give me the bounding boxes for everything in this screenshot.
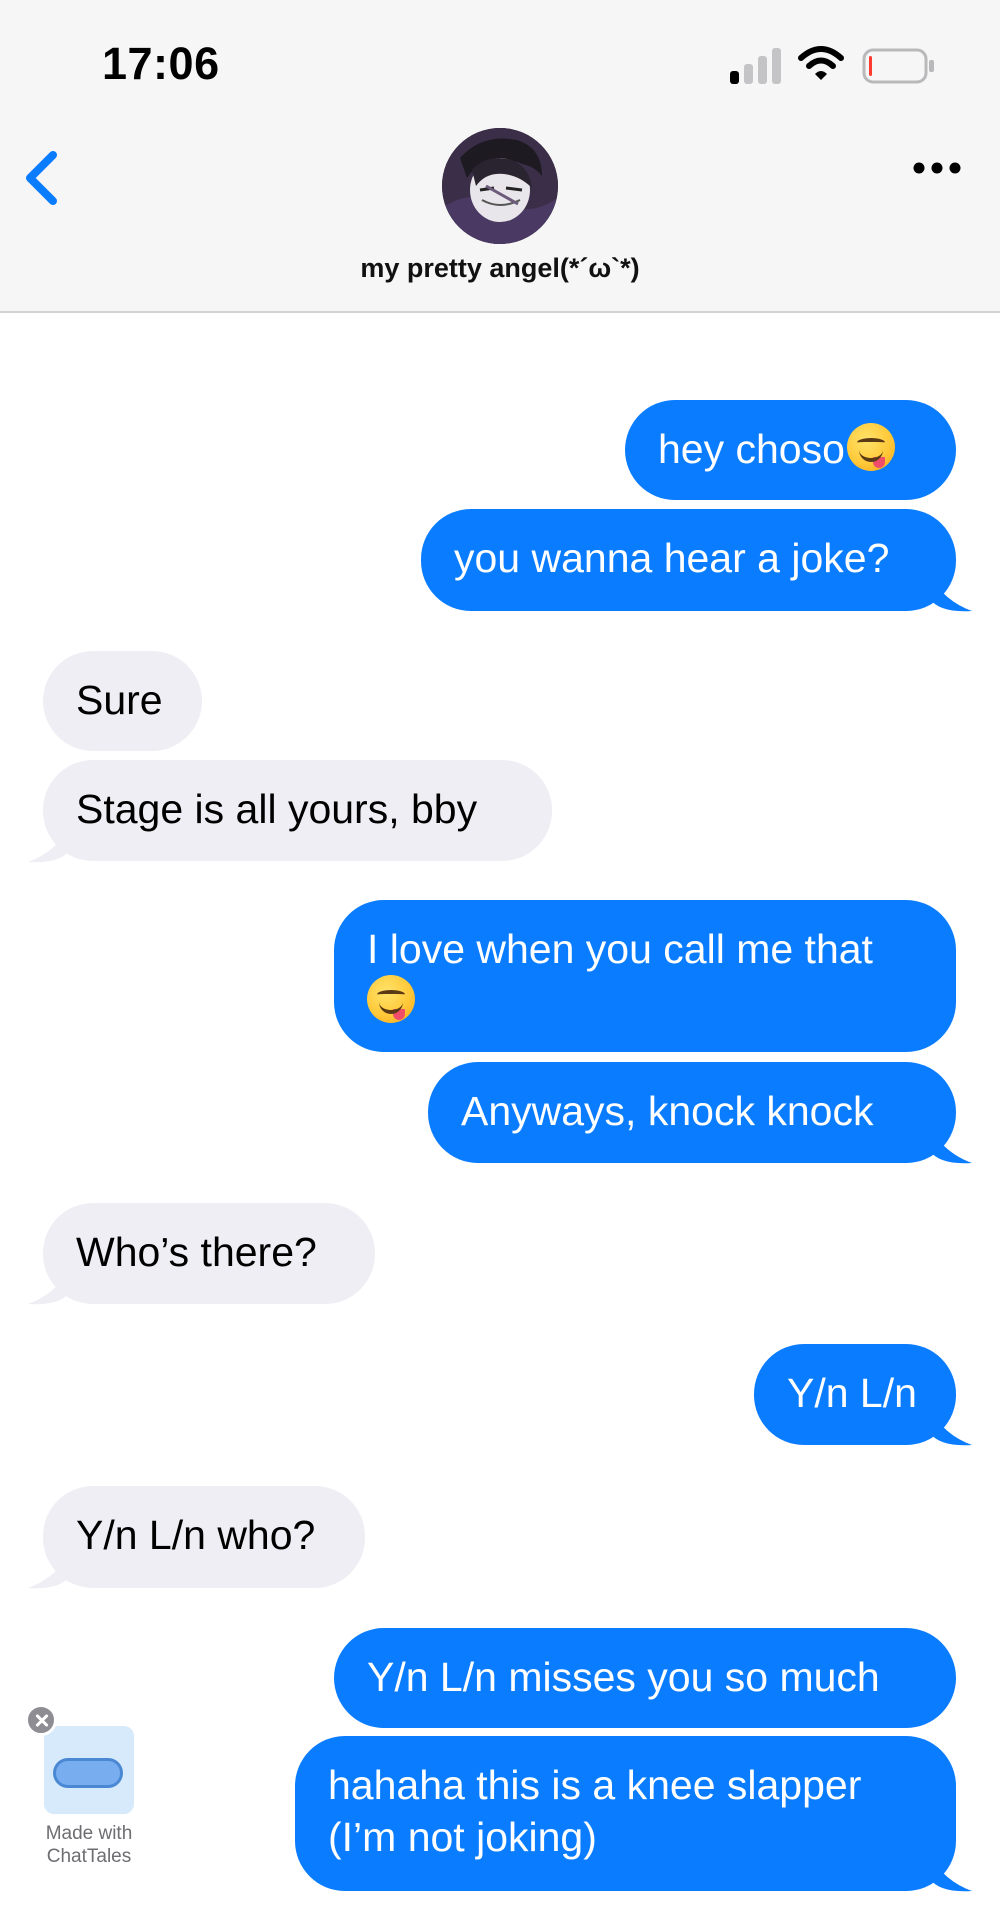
message-text: Anyways, knock knock <box>461 1088 874 1134</box>
bubble-tail <box>28 1268 70 1305</box>
message-text: you wanna hear a joke? <box>454 535 890 581</box>
bubble-tail <box>930 575 972 612</box>
message-text: Who’s there? <box>76 1229 317 1275</box>
message-bubble-sent[interactable]: hey choso <box>625 400 956 500</box>
message-bubble-received[interactable]: Sure <box>43 651 202 751</box>
chattales-watermark: Made with ChatTales <box>20 1700 160 1870</box>
message-bubble-received[interactable]: Y/n L/n who? <box>43 1486 365 1588</box>
back-chevron-icon[interactable] <box>20 148 60 208</box>
message-bubble-sent[interactable]: I love when you call me that <box>334 900 956 1052</box>
message-bubble-received[interactable]: Stage is all yours, bby <box>43 760 552 861</box>
watermark-line1: Made with <box>45 1823 133 1844</box>
face-savoring-food-icon <box>367 975 415 1023</box>
message-text: hahaha this is a knee slapper (I’m not j… <box>328 1762 862 1860</box>
status-time: 17:06 <box>102 38 220 89</box>
message-text: Y/n L/n misses you so much <box>367 1654 880 1700</box>
bubble-tail <box>930 1855 972 1892</box>
conversation-header: 17:06 my pretty angel(*´ω`*) <box>0 0 1000 313</box>
message-text: hey choso <box>658 426 845 472</box>
bubble-tail <box>28 1552 70 1589</box>
message-text: Stage is all yours, bby <box>76 786 478 832</box>
message-bubble-sent[interactable]: you wanna hear a joke? <box>421 509 956 611</box>
close-circle-icon[interactable] <box>25 1704 57 1736</box>
bubble-tail <box>930 1409 972 1446</box>
message-bubble-sent[interactable]: Y/n L/n misses you so much <box>334 1628 956 1728</box>
message-bubble-sent[interactable]: Anyways, knock knock <box>428 1062 956 1163</box>
face-savoring-food-icon <box>846 423 895 471</box>
bubble-tail <box>28 826 70 863</box>
battery-low-icon <box>862 48 934 84</box>
chat-bubble-logo-icon <box>44 1726 134 1814</box>
contact-avatar[interactable] <box>442 128 558 244</box>
ellipsis-icon[interactable] <box>912 160 962 176</box>
message-bubble-sent[interactable]: hahaha this is a knee slapper (I’m not j… <box>295 1736 956 1891</box>
message-text: Y/n L/n who? <box>76 1512 316 1558</box>
message-bubble-received[interactable]: Who’s there? <box>43 1203 375 1304</box>
wifi-icon <box>798 46 844 80</box>
contact-name[interactable]: my pretty angel(*´ω`*) <box>0 253 1000 284</box>
bubble-tail <box>930 1127 972 1164</box>
message-text: Sure <box>76 677 163 723</box>
cellular-signal-icon <box>730 48 782 84</box>
watermark-text: Made with ChatTales <box>20 1822 158 1868</box>
message-text: Y/n L/n <box>787 1370 917 1416</box>
message-text: I love when you call me that <box>367 926 873 972</box>
message-bubble-sent[interactable]: Y/n L/n <box>754 1344 956 1445</box>
watermark-line2: ChatTales <box>46 1846 132 1867</box>
